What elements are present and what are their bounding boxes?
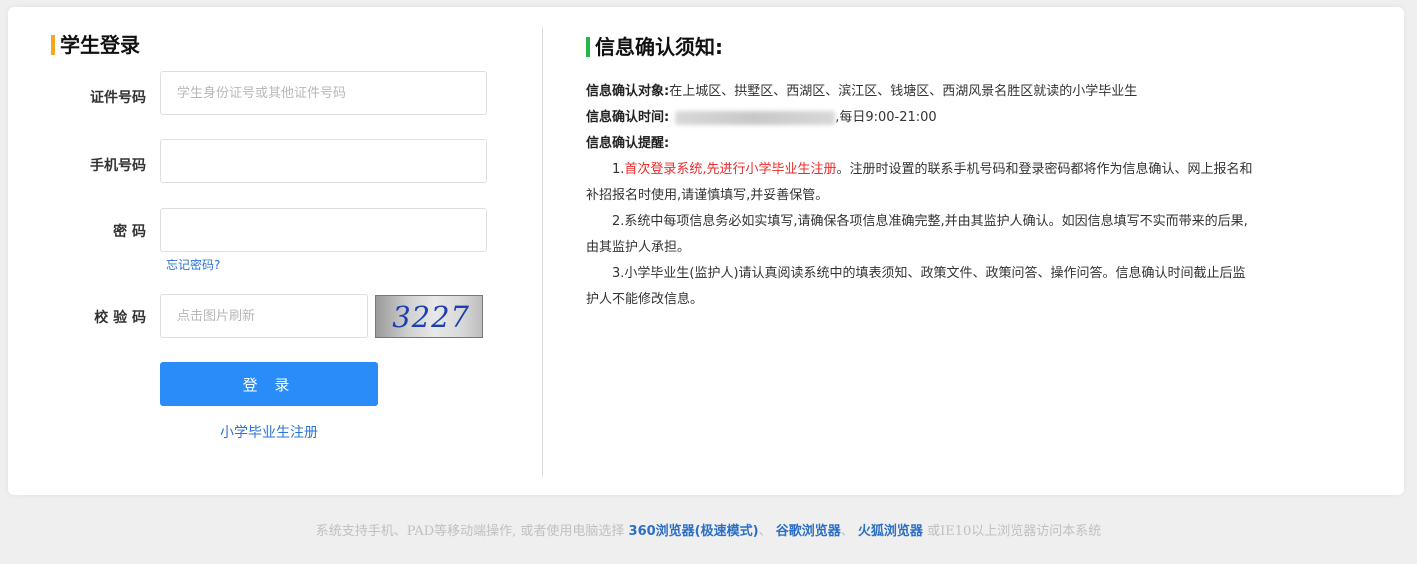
main-card: 学生登录 证件号码 手机号码 密 码 忘记密码? 校 验 码 3227 登 录 … bbox=[8, 7, 1404, 495]
phone-input[interactable] bbox=[160, 139, 487, 183]
notice-title: 信息确认须知: bbox=[586, 36, 723, 58]
notice-target: 信息确认对象:在上城区、拱墅区、西湖区、滨江区、钱塘区、西湖风景名胜区就读的小学… bbox=[586, 79, 1254, 105]
login-title: 学生登录 bbox=[51, 34, 140, 56]
notice-item-1-prefix: 1. bbox=[612, 162, 625, 177]
notice-target-text: 在上城区、拱墅区、西湖区、滨江区、钱塘区、西湖风景名胜区就读的小学毕业生 bbox=[669, 84, 1138, 99]
redacted-date-range bbox=[675, 110, 836, 125]
login-button[interactable]: 登 录 bbox=[160, 362, 378, 406]
footer-note: 系统支持手机、PAD等移动端操作, 或者使用电脑选择 360浏览器(极速模式)、… bbox=[0, 520, 1417, 539]
notice-time: 信息确认时间: ,每日9:00-21:00 bbox=[586, 105, 1254, 131]
password-label: 密 码 bbox=[113, 224, 146, 240]
notice-reminder-label: 信息确认提醒: bbox=[586, 136, 670, 151]
captcha-code: 3227 bbox=[392, 299, 470, 334]
notice-item-3: 3.小学毕业生(监护人)请认真阅读系统中的填表须知、政策文件、政策问答、操作问答… bbox=[586, 266, 1246, 307]
password-input[interactable] bbox=[160, 208, 487, 252]
id-number-input[interactable] bbox=[160, 71, 487, 115]
phone-label: 手机号码 bbox=[90, 158, 146, 174]
footer-suffix: 或IE10以上浏览器访问本系统 bbox=[927, 524, 1102, 539]
register-link[interactable]: 小学毕业生注册 bbox=[160, 422, 378, 442]
footer-sep-1: 、 bbox=[758, 524, 772, 539]
captcha-label: 校 验 码 bbox=[94, 310, 146, 326]
panel-divider bbox=[542, 27, 543, 477]
footer-prefix: 系统支持手机、PAD等移动端操作, 或者使用电脑选择 bbox=[315, 524, 625, 539]
browser-link-chrome[interactable]: 谷歌浏览器 bbox=[776, 524, 841, 539]
footer-sep-2: 、 bbox=[840, 524, 854, 539]
notice-body: 信息确认对象:在上城区、拱墅区、西湖区、滨江区、钱塘区、西湖风景名胜区就读的小学… bbox=[586, 79, 1254, 313]
forgot-password-link[interactable]: 忘记密码? bbox=[166, 256, 220, 273]
notice-time-label: 信息确认时间: bbox=[586, 110, 670, 125]
browser-link-firefox[interactable]: 火狐浏览器 bbox=[858, 524, 923, 539]
id-number-label: 证件号码 bbox=[90, 90, 146, 106]
notice-target-label: 信息确认对象: bbox=[586, 84, 670, 99]
browser-link-360[interactable]: 360浏览器(极速模式) bbox=[629, 524, 759, 539]
captcha-image[interactable]: 3227 bbox=[375, 295, 483, 338]
notice-item-2: 2.系统中每项信息务必如实填写,请确保各项信息准确完整,并由其监护人确认。如因信… bbox=[586, 214, 1248, 255]
notice-reminder: 信息确认提醒: bbox=[586, 131, 1254, 157]
captcha-input[interactable] bbox=[160, 294, 368, 338]
notice-item-1: 1.首次登录系统,先进行小学毕业生注册。注册时设置的联系手机号码和登录密码都将作… bbox=[586, 157, 1254, 209]
notice-item-1-highlight: 首次登录系统,先进行小学毕业生注册 bbox=[624, 162, 837, 177]
notice-time-suffix: ,每日9:00-21:00 bbox=[835, 110, 937, 125]
